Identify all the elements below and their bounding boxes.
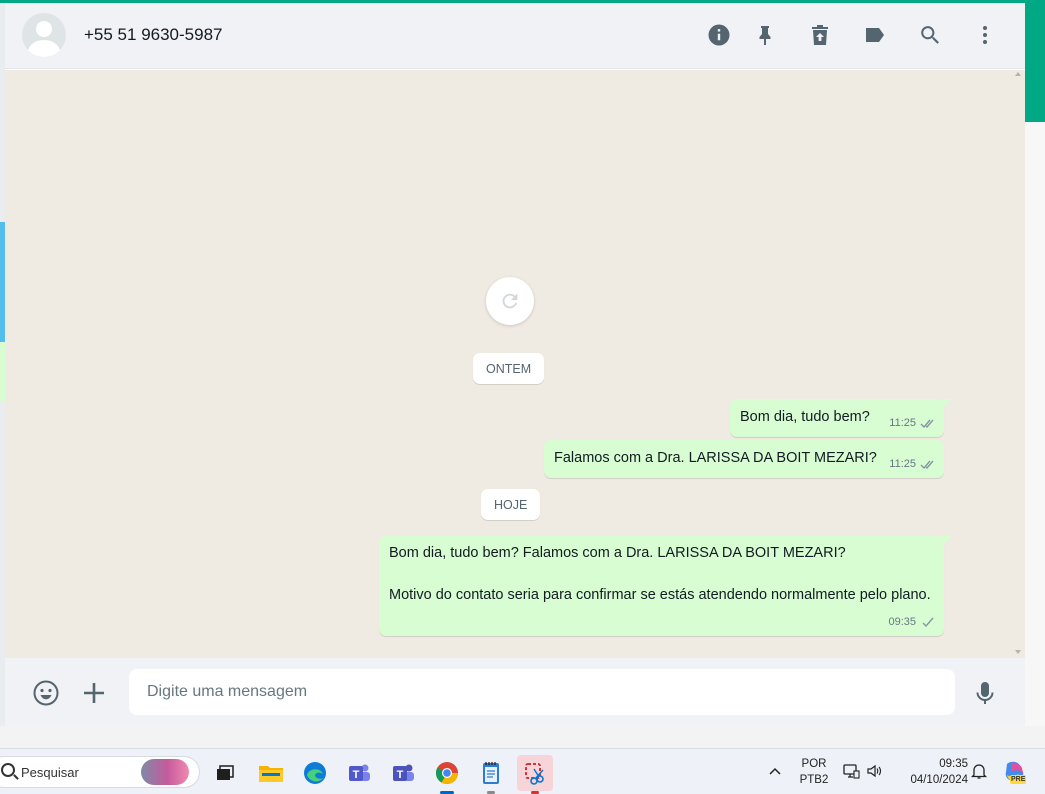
- taskbar-search[interactable]: Pesquisar: [0, 756, 200, 788]
- preview-badge: PRE: [1010, 775, 1027, 784]
- contact-avatar[interactable]: [22, 13, 66, 57]
- single-check-icon: [922, 617, 934, 628]
- message-input[interactable]: [129, 669, 955, 715]
- scroll-down-arrow[interactable]: [1015, 650, 1021, 654]
- contact-name[interactable]: +55 51 9630-5987: [84, 25, 223, 45]
- search-icon[interactable]: [916, 21, 944, 49]
- message-text: Bom dia, tudo bem? Falamos com a Dra. LA…: [389, 545, 931, 603]
- svg-text:T: T: [397, 769, 404, 781]
- task-view-button[interactable]: [207, 755, 243, 791]
- clock-time: 09:35: [939, 758, 968, 770]
- clock-date: 04/10/2024: [910, 774, 968, 786]
- refresh-icon: [502, 293, 518, 309]
- message-bubble[interactable]: Falamos com a Dra. LARISSA DA BOIT MEZAR…: [544, 440, 944, 478]
- date-divider-yesterday: ONTEM: [473, 353, 545, 384]
- pin-icon[interactable]: [751, 21, 779, 49]
- clock[interactable]: 09:35 04/10/2024: [896, 756, 968, 788]
- attach-plus-icon[interactable]: [79, 678, 109, 708]
- microphone-icon[interactable]: [970, 678, 1000, 708]
- snipping-tool-icon: [525, 763, 544, 785]
- double-check-icon: [920, 460, 934, 470]
- copilot-button[interactable]: PRE: [1001, 758, 1029, 786]
- edge-icon: [304, 762, 326, 784]
- emoji-icon[interactable]: [31, 678, 61, 708]
- input-language-indicator[interactable]: POR PTB2: [796, 756, 832, 788]
- archive-icon[interactable]: [806, 21, 834, 49]
- search-highlight-art: [141, 759, 189, 785]
- background-window: [1025, 122, 1045, 748]
- search-icon: [1, 763, 15, 777]
- teams-icon: T: [349, 764, 370, 781]
- notepad-icon: [483, 762, 499, 784]
- message-meta: 11:25: [889, 454, 936, 475]
- os-taskbar: Pesquisar T T POR PTB2 09:35 04/10/2024 …: [0, 748, 1045, 794]
- file-explorer-button[interactable]: [253, 755, 289, 791]
- edge-browser-button[interactable]: [297, 755, 333, 791]
- network-icon[interactable]: [842, 762, 860, 780]
- teams-button[interactable]: T: [385, 755, 421, 791]
- message-meta: 11:25: [889, 413, 936, 434]
- taskbar-search-label: Pesquisar: [21, 765, 79, 780]
- chrome-icon: [436, 762, 458, 784]
- language-code: POR: [801, 758, 827, 770]
- svg-text:T: T: [353, 769, 360, 781]
- scroll-up-arrow[interactable]: [1015, 72, 1021, 76]
- info-icon[interactable]: [705, 21, 733, 49]
- notification-bell-icon[interactable]: [970, 762, 988, 780]
- folder-icon: [259, 766, 283, 782]
- message-time: 11:25: [889, 458, 916, 470]
- background-window-edge: [1025, 0, 1045, 122]
- conversation-panel: ONTEM Bom dia, tudo bem? 11:25 Falamos c…: [5, 70, 1025, 658]
- message-time: 11:25: [889, 417, 916, 429]
- message-composer: [5, 658, 1025, 726]
- label-icon[interactable]: [861, 21, 889, 49]
- notepad-button[interactable]: [473, 755, 509, 794]
- message-bubble[interactable]: Bom dia, tudo bem? Falamos com a Dra. LA…: [379, 536, 952, 636]
- teams-new-icon: T: [393, 764, 414, 781]
- message-text: Falamos com a Dra. LARISSA DA BOIT MEZAR…: [554, 450, 877, 466]
- double-check-icon: [920, 419, 934, 429]
- chevron-up-icon[interactable]: [767, 763, 783, 779]
- chat-header: +55 51 9630-5987: [5, 3, 1025, 69]
- menu-icon[interactable]: [971, 21, 999, 49]
- desktop-gap: [0, 726, 1045, 748]
- message-bubble[interactable]: Bom dia, tudo bem? 11:25: [730, 399, 952, 437]
- keyboard-layout: PTB2: [799, 774, 829, 786]
- teams-classic-button[interactable]: T: [341, 755, 377, 791]
- load-older-messages-button[interactable]: [486, 277, 534, 325]
- message-text: Bom dia, tudo bem?: [740, 409, 870, 425]
- date-divider-today: HOJE: [481, 489, 541, 520]
- volume-icon[interactable]: [866, 762, 884, 780]
- task-view-icon: [217, 765, 234, 780]
- snipping-tool-button[interactable]: [517, 755, 553, 794]
- message-time: 09:35: [888, 616, 916, 628]
- chrome-browser-button[interactable]: [429, 755, 465, 794]
- message-meta: 09:35: [888, 612, 936, 633]
